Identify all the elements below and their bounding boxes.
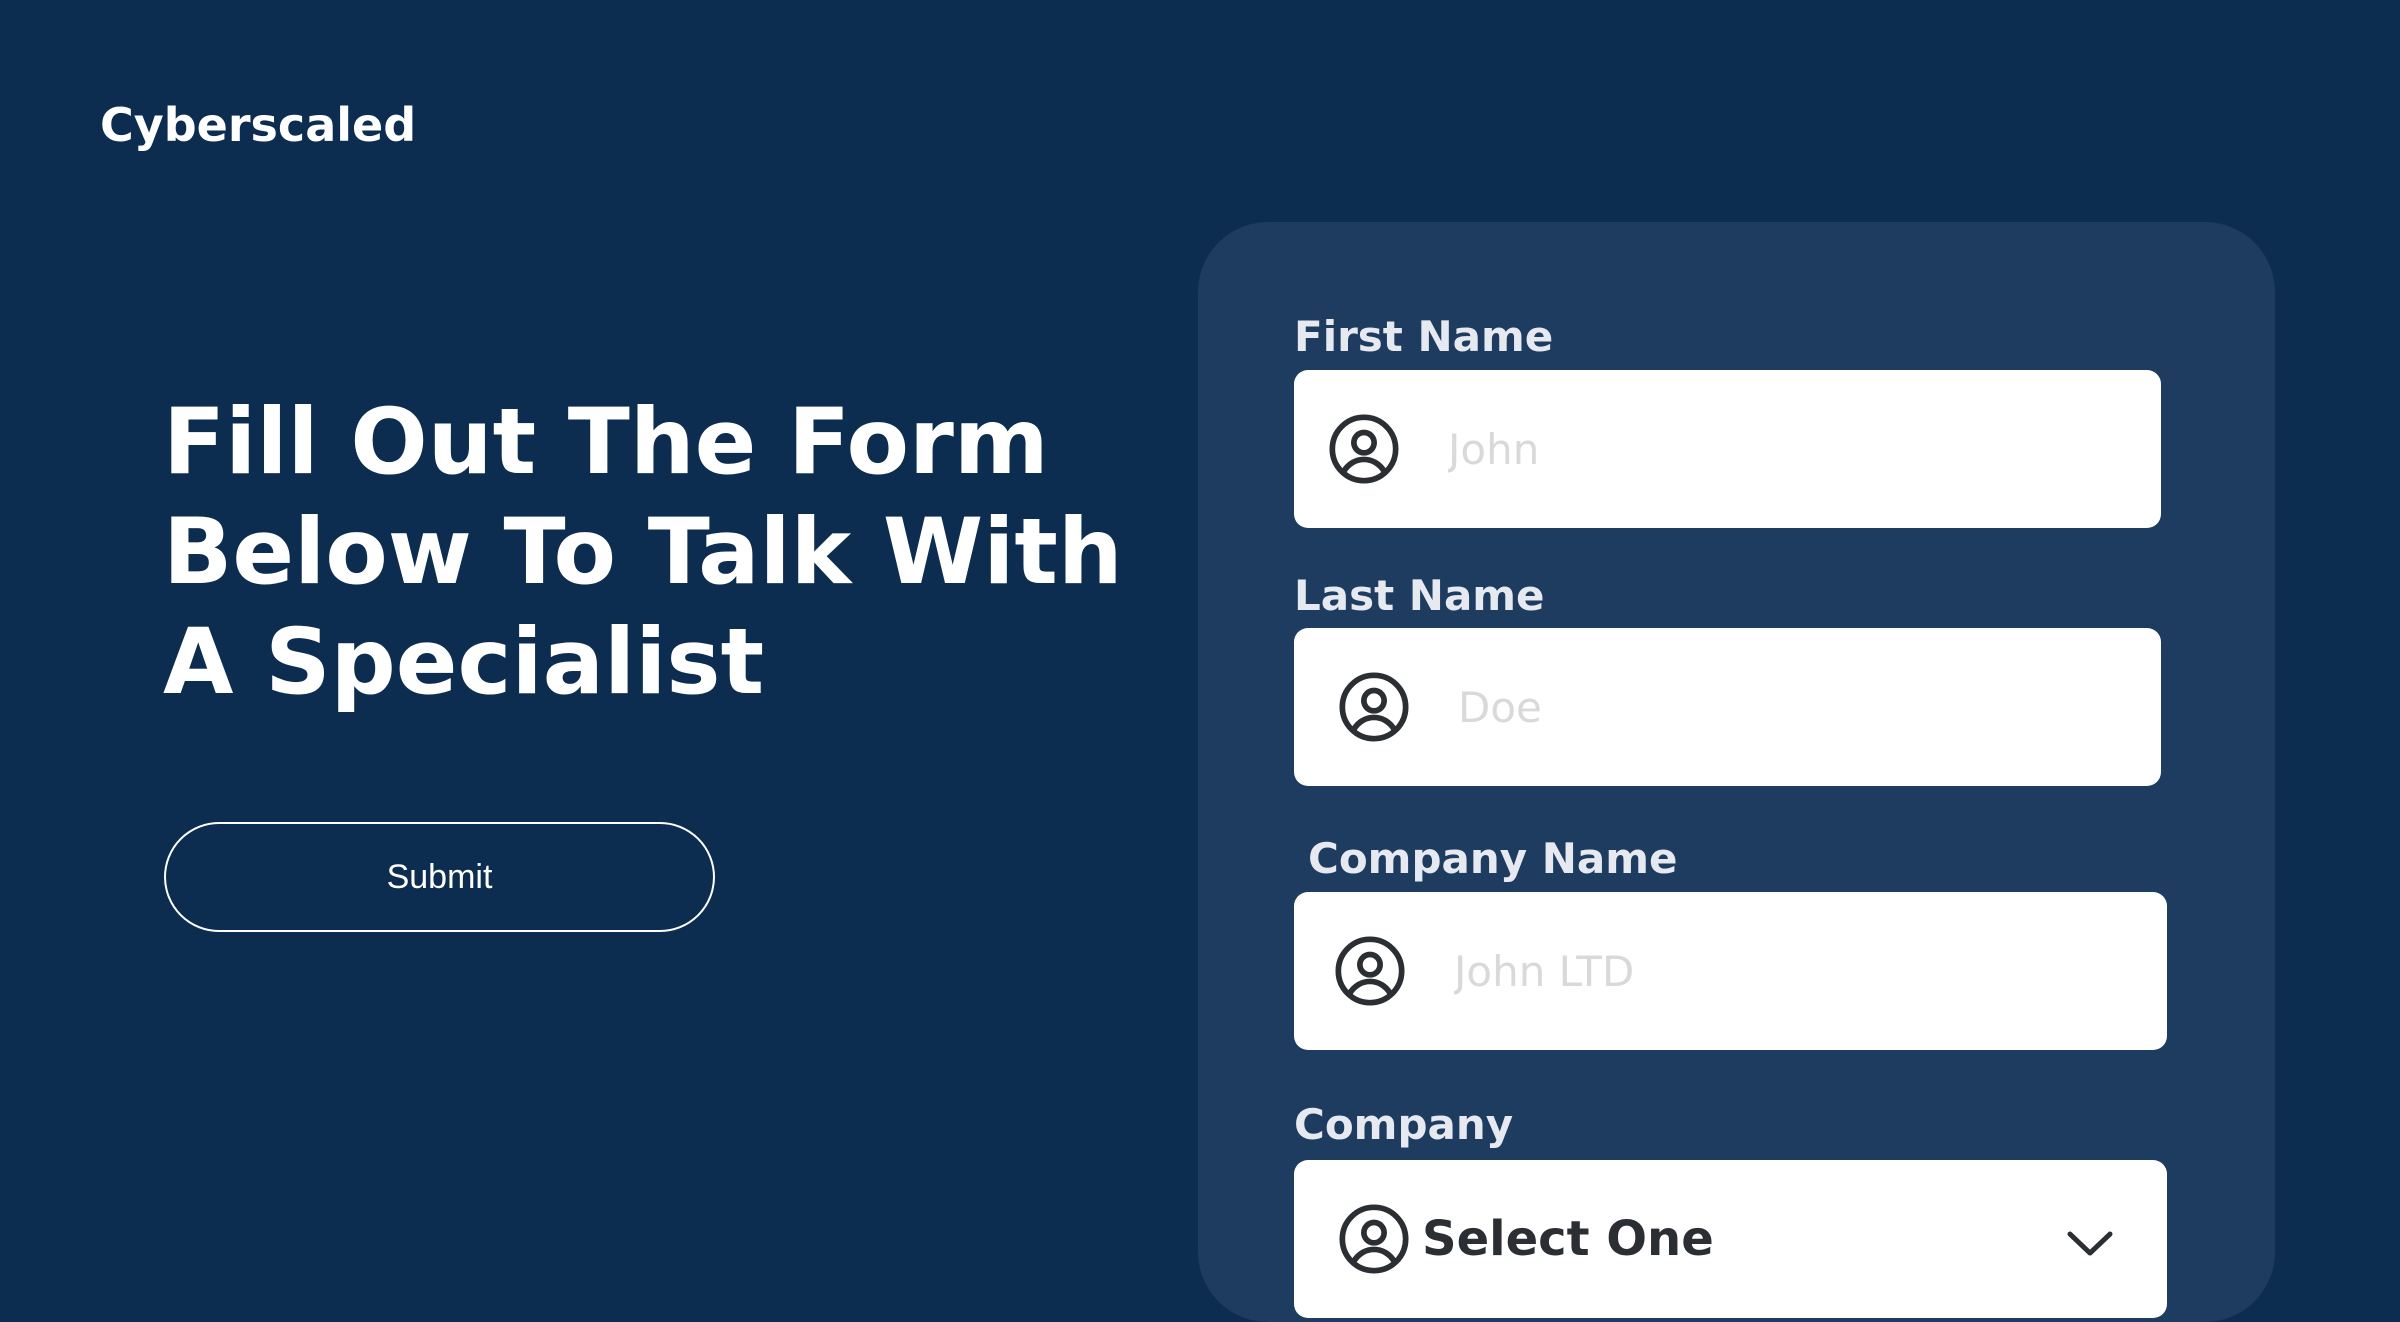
last-name-label: Last Name — [1294, 571, 1545, 620]
brand-logo[interactable]: Cyberscaled — [100, 98, 416, 152]
company-label: Company — [1294, 1100, 1514, 1149]
user-circle-icon — [1336, 669, 1412, 745]
contact-form-card: First Name Last Name Company Name — [1198, 222, 2275, 1322]
submit-button[interactable]: Submit — [164, 822, 715, 932]
company-select-value: Select One — [1422, 1211, 1714, 1267]
company-select[interactable]: Select One — [1294, 1160, 2167, 1318]
hero-headline: Fill Out The Form Below To Talk With A S… — [163, 390, 1123, 715]
user-circle-icon — [1336, 1201, 1412, 1277]
company-name-label: Company Name — [1308, 834, 1678, 883]
last-name-field[interactable] — [1294, 628, 2161, 786]
first-name-input[interactable] — [1448, 370, 2128, 528]
chevron-down-icon[interactable] — [2065, 1229, 2115, 1259]
company-name-field[interactable] — [1294, 892, 2167, 1050]
first-name-field[interactable] — [1294, 370, 2161, 528]
last-name-input[interactable] — [1458, 628, 2128, 786]
company-name-input[interactable] — [1454, 892, 2134, 1050]
user-circle-icon — [1332, 933, 1408, 1009]
user-circle-icon — [1326, 411, 1402, 487]
first-name-label: First Name — [1294, 312, 1554, 361]
